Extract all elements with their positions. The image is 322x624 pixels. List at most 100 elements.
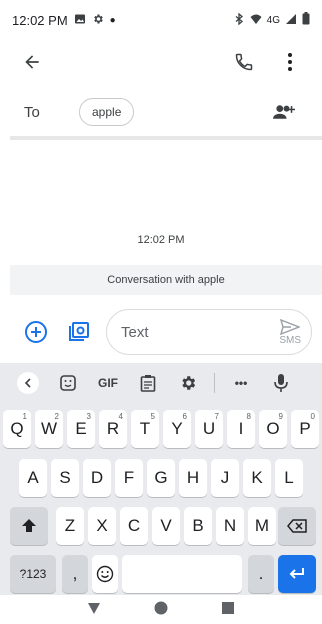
nav-home-button[interactable] (154, 601, 168, 620)
key-k[interactable]: K (243, 459, 271, 497)
key-hint: 2 (54, 412, 59, 421)
nav-back-button[interactable] (87, 601, 101, 620)
call-button[interactable] (230, 48, 258, 76)
key-f[interactable]: F (115, 459, 143, 497)
enter-key[interactable] (278, 555, 316, 593)
header-divider (10, 136, 322, 140)
add-circle-icon (25, 321, 47, 343)
gear-icon (182, 376, 196, 390)
network-type-label: 4G (266, 14, 280, 26)
clipboard-button[interactable] (128, 367, 168, 399)
recipient-row: To apple (0, 92, 322, 132)
keyboard-settings-button[interactable] (168, 367, 208, 399)
add-attachment-button[interactable] (22, 318, 50, 346)
key-a[interactable]: A (19, 459, 47, 497)
system-nav-bar (0, 596, 322, 624)
key-m[interactable]: M (248, 507, 276, 545)
space-key[interactable] (122, 555, 242, 593)
key-r[interactable]: R4 (99, 410, 127, 448)
key-label: R (106, 419, 120, 438)
key-label: L (284, 468, 294, 487)
key-label: G (154, 468, 168, 487)
compose-bar: Text SMS (0, 306, 322, 358)
wifi-icon (250, 13, 262, 28)
key-label: . (258, 564, 264, 583)
collapse-toolbar-button[interactable] (8, 367, 48, 399)
message-input[interactable]: Text SMS (106, 309, 312, 355)
toolbar-separator (214, 373, 215, 393)
more-vert-icon (288, 53, 292, 71)
more-tools-button[interactable]: ••• (221, 367, 261, 399)
key-label: M (254, 516, 270, 535)
key-v[interactable]: V (152, 507, 180, 545)
status-bar: 12:02 PM ● 4G (0, 0, 322, 40)
key-b[interactable]: B (184, 507, 212, 545)
key-hint: 6 (182, 412, 187, 421)
key-label: D (90, 468, 104, 487)
key-o[interactable]: O9 (259, 410, 287, 448)
key-label: F (123, 468, 135, 487)
send-sms-label: SMS (279, 334, 301, 346)
keyboard: GIF ••• Q1W2E3R4T5Y6U7I8O9P0ASDFGHJKLZXC… (0, 363, 322, 595)
add-people-button[interactable] (270, 98, 298, 126)
key-c[interactable]: C (120, 507, 148, 545)
key-label: T (139, 419, 151, 438)
camera-gallery-button[interactable] (64, 318, 92, 346)
key-g[interactable]: G (147, 459, 175, 497)
symbols-key[interactable]: ?123 (10, 555, 56, 593)
key-y[interactable]: Y6 (163, 410, 191, 448)
key-l[interactable]: L (275, 459, 303, 497)
more-options-button[interactable] (276, 48, 304, 76)
key-n[interactable]: N (216, 507, 244, 545)
send-sms-button[interactable]: SMS (279, 318, 301, 346)
nav-recents-button[interactable] (221, 601, 235, 620)
period-key[interactable]: . (248, 555, 274, 593)
status-time: 12:02 PM (12, 12, 68, 28)
key-u[interactable]: U7 (195, 410, 223, 448)
microphone-icon (274, 374, 288, 392)
settings-notification-icon (92, 13, 104, 28)
message-timestamp: 12:02 PM (137, 234, 185, 246)
recipient-chip[interactable]: apple (79, 98, 135, 126)
comma-key[interactable]: , (62, 555, 88, 593)
key-hint: 1 (22, 412, 27, 421)
backspace-icon (287, 519, 307, 533)
key-i[interactable]: I8 (227, 410, 255, 448)
key-hint: 8 (246, 412, 251, 421)
conversation-banner-text: Conversation with apple (107, 274, 225, 286)
key-t[interactable]: T5 (131, 410, 159, 448)
key-s[interactable]: S (51, 459, 79, 497)
key-hint: 3 (86, 412, 91, 421)
image-notification-icon (74, 13, 86, 28)
key-label: ?123 (19, 567, 47, 581)
key-q[interactable]: Q1 (3, 410, 31, 448)
nav-recents-icon (222, 601, 235, 614)
key-label: V (160, 516, 172, 535)
shift-key[interactable] (10, 507, 48, 545)
key-label: O (266, 419, 280, 438)
key-x[interactable]: X (88, 507, 116, 545)
back-arrow-icon (25, 55, 39, 69)
back-button[interactable] (18, 48, 46, 76)
key-hint: 0 (310, 412, 315, 421)
key-e[interactable]: E3 (67, 410, 95, 448)
sticker-button[interactable] (48, 367, 88, 399)
key-label: B (192, 516, 204, 535)
group-add-icon (273, 105, 295, 119)
key-p[interactable]: P0 (291, 410, 319, 448)
backspace-key[interactable] (278, 507, 316, 545)
key-h[interactable]: H (179, 459, 207, 497)
key-j[interactable]: J (211, 459, 239, 497)
voice-input-button[interactable] (261, 367, 301, 399)
camera-icon (69, 322, 89, 341)
key-label: S (59, 468, 71, 487)
key-d[interactable]: D (83, 459, 111, 497)
key-z[interactable]: Z (56, 507, 84, 545)
key-hint: 5 (150, 412, 155, 421)
key-label: Y (171, 419, 183, 438)
emoji-key[interactable] (92, 555, 118, 593)
key-w[interactable]: W2 (35, 410, 63, 448)
send-icon (280, 318, 301, 335)
message-placeholder: Text (121, 323, 149, 341)
gif-button[interactable]: GIF (88, 367, 128, 399)
